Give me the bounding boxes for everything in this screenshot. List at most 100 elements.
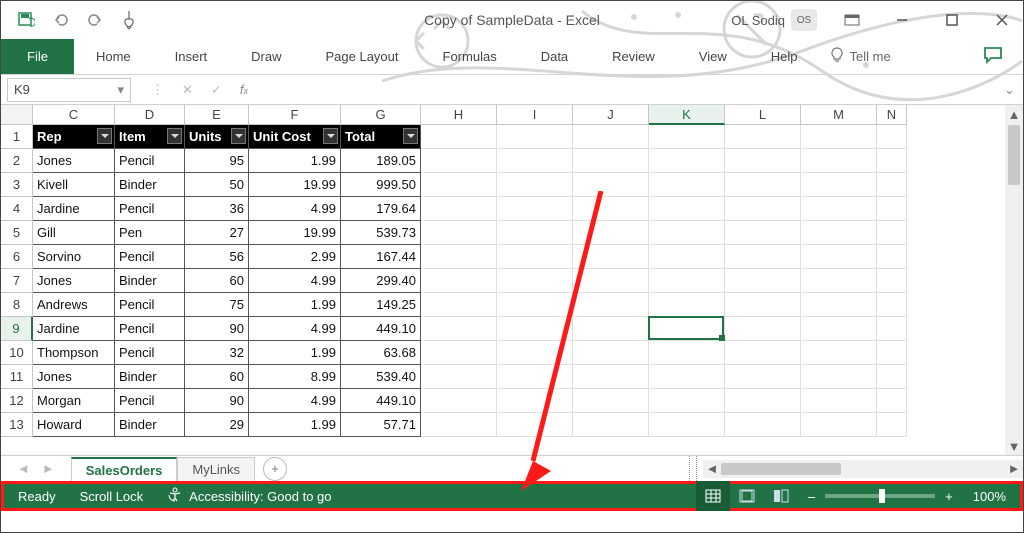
cell-units[interactable]: 90 bbox=[185, 317, 249, 341]
cell-blank[interactable] bbox=[421, 197, 497, 221]
cell-total[interactable]: 149.25 bbox=[341, 293, 421, 317]
cell-blank[interactable] bbox=[725, 341, 801, 365]
cell-blank[interactable] bbox=[497, 197, 573, 221]
cell-blank[interactable] bbox=[877, 125, 907, 149]
cell-total[interactable]: 167.44 bbox=[341, 245, 421, 269]
row-header[interactable]: 5 bbox=[1, 221, 33, 245]
cell-total[interactable]: 999.50 bbox=[341, 173, 421, 197]
tab-view[interactable]: View bbox=[677, 39, 749, 74]
cell-rep[interactable]: Morgan bbox=[33, 389, 115, 413]
touch-mode-icon[interactable] bbox=[121, 9, 137, 31]
table-header[interactable]: Unit Cost bbox=[249, 125, 341, 149]
cell-blank[interactable] bbox=[801, 269, 877, 293]
cell-unitcost[interactable]: 4.99 bbox=[249, 317, 341, 341]
cell-blank[interactable] bbox=[649, 413, 725, 437]
cell-blank[interactable] bbox=[573, 269, 649, 293]
tab-insert[interactable]: Insert bbox=[153, 39, 230, 74]
cell-total[interactable]: 299.40 bbox=[341, 269, 421, 293]
col-header-K[interactable]: K bbox=[649, 105, 725, 125]
cell-total[interactable]: 539.73 bbox=[341, 221, 421, 245]
cell-blank[interactable] bbox=[497, 365, 573, 389]
sheet-tab-other[interactable]: MyLinks bbox=[177, 457, 255, 482]
row-header[interactable]: 4 bbox=[1, 197, 33, 221]
cell-rep[interactable]: Jardine bbox=[33, 317, 115, 341]
cell-blank[interactable] bbox=[877, 413, 907, 437]
scroll-up-icon[interactable]: ▲ bbox=[1005, 105, 1023, 123]
cell-blank[interactable] bbox=[497, 341, 573, 365]
cell-blank[interactable] bbox=[573, 173, 649, 197]
cell-total[interactable]: 449.10 bbox=[341, 317, 421, 341]
zoom-slider[interactable] bbox=[825, 494, 935, 498]
cell-blank[interactable] bbox=[573, 293, 649, 317]
filter-dropdown-icon[interactable] bbox=[97, 128, 112, 144]
cell-blank[interactable] bbox=[877, 197, 907, 221]
cell-blank[interactable] bbox=[497, 245, 573, 269]
cell-blank[interactable] bbox=[725, 125, 801, 149]
view-page-layout-icon[interactable] bbox=[730, 481, 764, 511]
tab-draw[interactable]: Draw bbox=[229, 39, 303, 74]
cell-blank[interactable] bbox=[649, 221, 725, 245]
autosave-icon[interactable] bbox=[17, 11, 35, 29]
cell-blank[interactable] bbox=[877, 389, 907, 413]
cell-blank[interactable] bbox=[497, 389, 573, 413]
cell-blank[interactable] bbox=[649, 365, 725, 389]
sheet-prev-icon[interactable]: ◄ bbox=[17, 461, 30, 476]
cell-blank[interactable] bbox=[801, 293, 877, 317]
status-scroll-lock[interactable]: Scroll Lock bbox=[80, 489, 144, 504]
cell-units[interactable]: 56 bbox=[185, 245, 249, 269]
cell-units[interactable]: 90 bbox=[185, 389, 249, 413]
zoom-thumb[interactable] bbox=[879, 489, 885, 503]
undo-icon[interactable] bbox=[53, 12, 69, 28]
cell-blank[interactable] bbox=[801, 389, 877, 413]
cell-unitcost[interactable]: 1.99 bbox=[249, 293, 341, 317]
row-header[interactable]: 1 bbox=[1, 125, 33, 149]
cell-blank[interactable] bbox=[421, 125, 497, 149]
cell-blank[interactable] bbox=[573, 413, 649, 437]
row-header[interactable]: 7 bbox=[1, 269, 33, 293]
cell-unitcost[interactable]: 1.99 bbox=[249, 413, 341, 437]
cell-rep[interactable]: Gill bbox=[33, 221, 115, 245]
cell-total[interactable]: 539.40 bbox=[341, 365, 421, 389]
cell-units[interactable]: 32 bbox=[185, 341, 249, 365]
col-header-M[interactable]: M bbox=[801, 105, 877, 125]
cell-blank[interactable] bbox=[801, 413, 877, 437]
cell-rep[interactable]: Jardine bbox=[33, 197, 115, 221]
zoom-out-icon[interactable]: – bbox=[808, 489, 815, 504]
cell-blank[interactable] bbox=[649, 149, 725, 173]
cell-item[interactable]: Pencil bbox=[115, 197, 185, 221]
cell-blank[interactable] bbox=[421, 341, 497, 365]
cell-item[interactable]: Pencil bbox=[115, 389, 185, 413]
cell-blank[interactable] bbox=[421, 149, 497, 173]
cell-blank[interactable] bbox=[573, 197, 649, 221]
status-accessibility[interactable]: Accessibility: Good to go bbox=[167, 487, 331, 506]
cell-blank[interactable] bbox=[725, 245, 801, 269]
cell-blank[interactable] bbox=[573, 389, 649, 413]
cell-blank[interactable] bbox=[421, 389, 497, 413]
cell-total[interactable]: 179.64 bbox=[341, 197, 421, 221]
col-header-C[interactable]: C bbox=[33, 105, 115, 125]
cell-blank[interactable] bbox=[649, 197, 725, 221]
redo-icon[interactable] bbox=[87, 12, 103, 28]
cell-blank[interactable] bbox=[573, 221, 649, 245]
cell-blank[interactable] bbox=[801, 173, 877, 197]
tab-file[interactable]: File bbox=[1, 39, 74, 74]
table-header[interactable]: Item bbox=[115, 125, 185, 149]
cell-blank[interactable] bbox=[801, 197, 877, 221]
cell-blank[interactable] bbox=[877, 341, 907, 365]
cell-blank[interactable] bbox=[725, 293, 801, 317]
enter-icon[interactable]: ✓ bbox=[211, 82, 222, 98]
cell-blank[interactable] bbox=[497, 317, 573, 341]
cell-blank[interactable] bbox=[877, 269, 907, 293]
cell-blank[interactable] bbox=[497, 125, 573, 149]
cell-rep[interactable]: Jones bbox=[33, 269, 115, 293]
cell-unitcost[interactable]: 4.99 bbox=[249, 269, 341, 293]
cell-blank[interactable] bbox=[497, 173, 573, 197]
cell-blank[interactable] bbox=[421, 269, 497, 293]
row-header[interactable]: 12 bbox=[1, 389, 33, 413]
table-header[interactable]: Units bbox=[185, 125, 249, 149]
cell-rep[interactable]: Jones bbox=[33, 365, 115, 389]
maximize-icon[interactable] bbox=[937, 5, 967, 35]
cell-blank[interactable] bbox=[573, 341, 649, 365]
col-header-N[interactable]: N bbox=[877, 105, 907, 125]
sheet-tab-active[interactable]: SalesOrders bbox=[71, 457, 178, 482]
